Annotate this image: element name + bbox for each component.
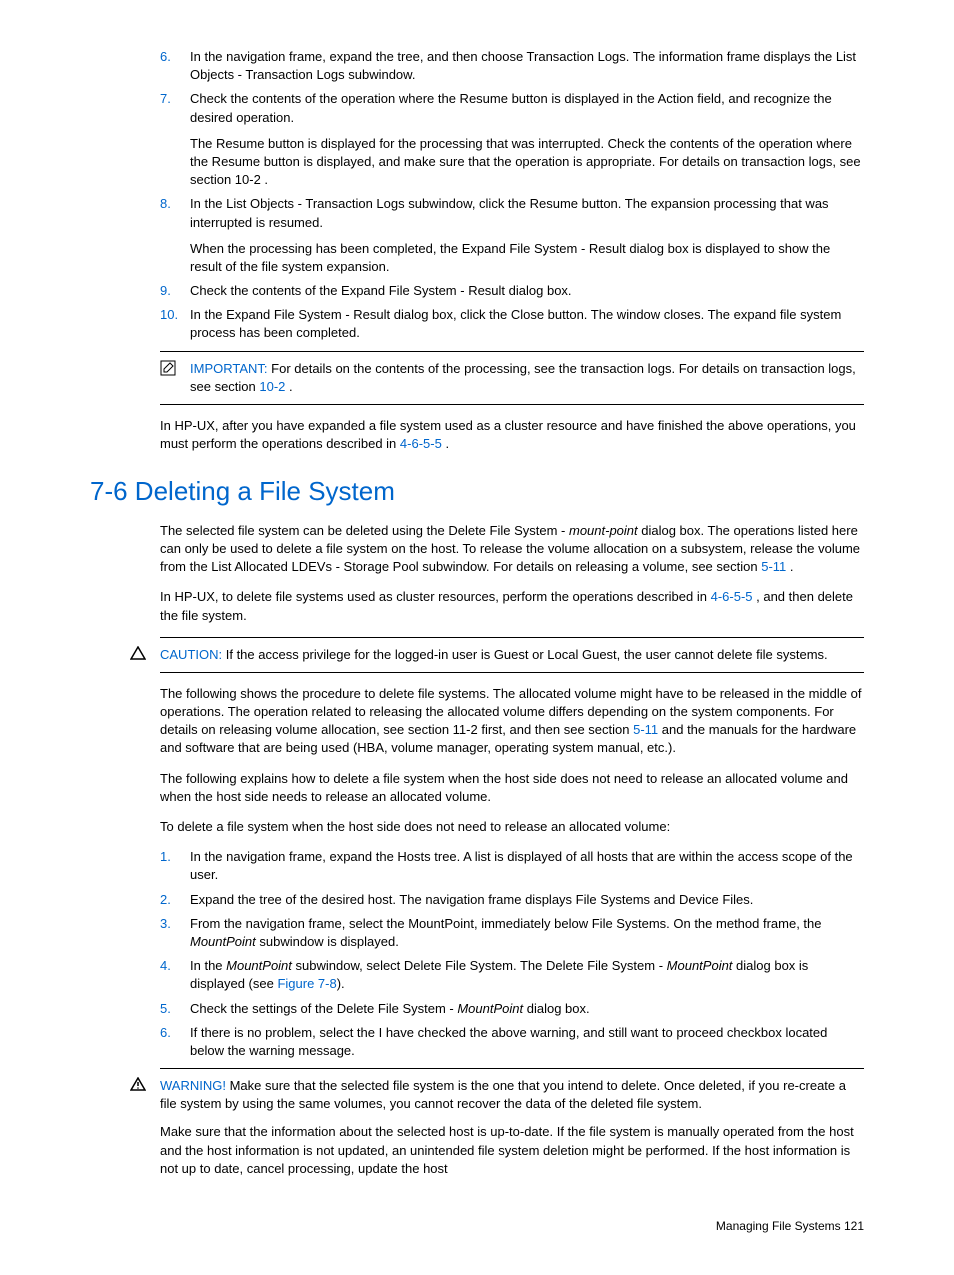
- list-number: 4.: [160, 957, 190, 993]
- note-text: If the access privilege for the logged-i…: [222, 647, 828, 662]
- list-number: 6.: [160, 48, 190, 84]
- body-text: From the navigation frame, select the Mo…: [190, 915, 864, 951]
- body-text: Expand the tree of the desired host. The…: [190, 891, 864, 909]
- list-item: 4. In the MountPoint subwindow, select D…: [160, 957, 864, 993]
- list-number: 1.: [160, 848, 190, 884]
- list-body: In the navigation frame, expand the tree…: [190, 48, 864, 84]
- section-heading: 7-6 Deleting a File System: [90, 473, 864, 509]
- list-body: If there is no problem, select the I hav…: [190, 1024, 864, 1060]
- list-item: 5. Check the settings of the Delete File…: [160, 1000, 864, 1018]
- warning-note: WARNING! Make sure that the selected fil…: [160, 1068, 864, 1178]
- cross-ref-link[interactable]: Figure 7-8: [277, 976, 336, 991]
- list-item: 8. In the List Objects - Transaction Log…: [160, 195, 864, 276]
- caution-icon: [130, 646, 160, 664]
- body-text: The Resume button is displayed for the p…: [190, 135, 864, 190]
- list-item: 10. In the Expand File System - Result d…: [160, 306, 864, 342]
- important-note: IMPORTANT: For details on the contents o…: [160, 351, 864, 405]
- body-text: When the processing has been completed, …: [190, 240, 864, 276]
- note-label: IMPORTANT:: [190, 361, 268, 376]
- body-text: If there is no problem, select the I hav…: [190, 1024, 864, 1060]
- list-body: Check the settings of the Delete File Sy…: [190, 1000, 864, 1018]
- list-item: 6. If there is no problem, select the I …: [160, 1024, 864, 1060]
- body-text: In the MountPoint subwindow, select Dele…: [190, 957, 864, 993]
- warning-icon: [130, 1077, 160, 1095]
- list-item: 6. In the navigation frame, expand the t…: [160, 48, 864, 84]
- italic-term: mount-point: [569, 523, 638, 538]
- body-text: Check the contents of the operation wher…: [190, 90, 864, 126]
- list-number: 8.: [160, 195, 190, 276]
- page-footer: Managing File Systems 121: [90, 1218, 864, 1235]
- ordered-list-2: 1. In the navigation frame, expand the H…: [160, 848, 864, 1060]
- italic-term: MountPoint: [457, 1001, 523, 1016]
- body-text: The selected file system can be deleted …: [160, 522, 864, 577]
- cross-ref-link[interactable]: 5-11: [633, 722, 658, 737]
- note-body: WARNING! Make sure that the selected fil…: [160, 1077, 864, 1178]
- note-body: IMPORTANT: For details on the contents o…: [190, 360, 864, 396]
- note-text: WARNING! Make sure that the selected fil…: [160, 1077, 864, 1113]
- cross-ref-link[interactable]: 4-6-5-5: [711, 589, 753, 604]
- list-body: From the navigation frame, select the Mo…: [190, 915, 864, 951]
- list-number: 10.: [160, 306, 190, 342]
- body-text: Check the contents of the Expand File Sy…: [190, 282, 864, 300]
- body-text: To delete a file system when the host si…: [160, 818, 864, 836]
- body-text: In the navigation frame, expand the Host…: [190, 848, 864, 884]
- list-item: 9. Check the contents of the Expand File…: [160, 282, 864, 300]
- list-body: Check the contents of the Expand File Sy…: [190, 282, 864, 300]
- cross-ref-link[interactable]: 10-2: [259, 379, 285, 394]
- italic-term: MountPoint: [226, 958, 292, 973]
- list-number: 7.: [160, 90, 190, 189]
- body-text: The following shows the procedure to del…: [160, 685, 864, 758]
- list-body: In the MountPoint subwindow, select Dele…: [190, 957, 864, 993]
- list-body: In the List Objects - Transaction Logs s…: [190, 195, 864, 276]
- note-text: .: [285, 379, 292, 394]
- list-number: 6.: [160, 1024, 190, 1060]
- body-text: In HP-UX, after you have expanded a file…: [160, 417, 864, 453]
- body-text: In the Expand File System - Result dialo…: [190, 306, 864, 342]
- cross-ref-link[interactable]: 5-11: [761, 559, 786, 574]
- note-label: CAUTION:: [160, 647, 222, 662]
- list-item: 1. In the navigation frame, expand the H…: [160, 848, 864, 884]
- cross-ref-link[interactable]: 4-6-5-5: [400, 436, 442, 451]
- body-text: In the navigation frame, expand the tree…: [190, 48, 864, 84]
- list-item: 7. Check the contents of the operation w…: [160, 90, 864, 189]
- italic-term: MountPoint: [667, 958, 733, 973]
- italic-term: MountPoint: [190, 934, 256, 949]
- list-body: In the navigation frame, expand the Host…: [190, 848, 864, 884]
- list-number: 9.: [160, 282, 190, 300]
- list-body: Check the contents of the operation wher…: [190, 90, 864, 189]
- list-number: 2.: [160, 891, 190, 909]
- note-body: CAUTION: If the access privilege for the…: [160, 646, 864, 664]
- pencil-note-icon: [160, 360, 190, 380]
- body-text: The following explains how to delete a f…: [160, 770, 864, 806]
- body-text: In the List Objects - Transaction Logs s…: [190, 195, 864, 231]
- ordered-list-1: 6. In the navigation frame, expand the t…: [160, 48, 864, 343]
- caution-note: CAUTION: If the access privilege for the…: [160, 637, 864, 673]
- note-label: WARNING!: [160, 1078, 226, 1093]
- list-item: 2. Expand the tree of the desired host. …: [160, 891, 864, 909]
- body-text: Check the settings of the Delete File Sy…: [190, 1000, 864, 1018]
- list-number: 3.: [160, 915, 190, 951]
- list-number: 5.: [160, 1000, 190, 1018]
- body-text: In HP-UX, to delete file systems used as…: [160, 588, 864, 624]
- list-item: 3. From the navigation frame, select the…: [160, 915, 864, 951]
- note-text: Make sure that the information about the…: [160, 1123, 864, 1178]
- list-body: In the Expand File System - Result dialo…: [190, 306, 864, 342]
- list-body: Expand the tree of the desired host. The…: [190, 891, 864, 909]
